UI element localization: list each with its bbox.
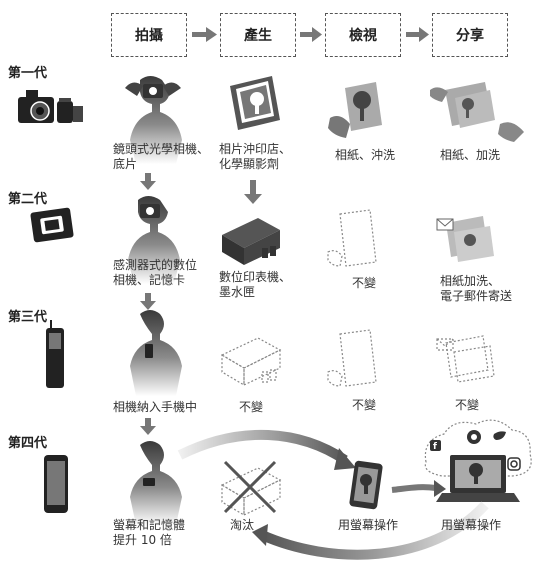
- viewed-photo-icon: [328, 82, 382, 138]
- gen-2-view-label: 不變: [352, 276, 377, 290]
- gen-3-view-label: 不變: [352, 398, 377, 412]
- gen-1-capture-label: 鏡頭式光學相機、 底片: [113, 142, 210, 171]
- gen-3-share-label: 不變: [455, 398, 480, 412]
- gen-1-share-label: 相紙、加洗: [440, 148, 501, 162]
- phone-photographer-figure: [130, 310, 182, 396]
- arrow-down-capture-1: [140, 173, 156, 190]
- digital-printer-icon: [222, 218, 280, 265]
- gen-1-produce-label: 相片沖印店、 化學顯影劑: [219, 142, 292, 171]
- feature-phone-icon: [46, 320, 64, 388]
- digital-camera-icon: [30, 207, 74, 243]
- gen-4-view-label: 用螢幕操作: [338, 518, 399, 532]
- smartphone-photographer-figure: [130, 441, 182, 525]
- cross-mark-icon: [223, 460, 277, 514]
- arrow-down-produce-1: [244, 180, 262, 204]
- header-arrow-3: [406, 27, 429, 42]
- shared-photos-icon: [430, 82, 524, 142]
- gen-2-share-label: 相紙加洗、 電子郵件寄送: [440, 274, 513, 303]
- curved-arrow-to-phone: [177, 429, 348, 465]
- gen-1-view-label: 相紙、沖洗: [335, 148, 396, 162]
- header-arrow-1: [192, 27, 217, 42]
- gen-4-title: 第四代: [8, 436, 48, 451]
- gen-4-capture-label: 螢幕和記憶體 提升 10 倍: [113, 518, 186, 547]
- gen-3-title: 第三代: [8, 310, 48, 325]
- arrow-phone-to-laptop: [391, 484, 437, 493]
- smartphone-icon: [44, 455, 68, 513]
- gen-2-capture-label: 感測器式的數位 相機、記憶卡: [113, 258, 198, 287]
- arrow-down-capture-3: [140, 418, 156, 435]
- gen-3-produce-label: 不變: [239, 400, 264, 414]
- printer-dashed-icon: [220, 337, 282, 387]
- photo-print-icon: [230, 76, 280, 130]
- gen-1-title: 第一代: [8, 66, 48, 81]
- gen-3-capture-label: 相機納入手機中: [113, 400, 198, 414]
- gen-2-title: 第二代: [8, 192, 48, 207]
- arrow-down-capture-2: [140, 293, 156, 310]
- film-camera-icon: [18, 90, 83, 123]
- gen-4-share-label: 用螢幕操作: [441, 518, 502, 532]
- gen-2-produce-label: 數位印表機、 墨水匣: [219, 270, 292, 299]
- paper-dashed-icon-3: [327, 329, 377, 387]
- header-arrow-2: [300, 27, 322, 42]
- share-dashed-icon: [436, 335, 495, 383]
- blank-paper-dashed-icon: [327, 209, 377, 267]
- curved-arrow-head-return: [252, 524, 268, 546]
- email-photo-icon: [436, 216, 494, 262]
- gen-4-produce-label: 淘汰: [230, 518, 255, 532]
- svg-text:f: f: [433, 442, 437, 452]
